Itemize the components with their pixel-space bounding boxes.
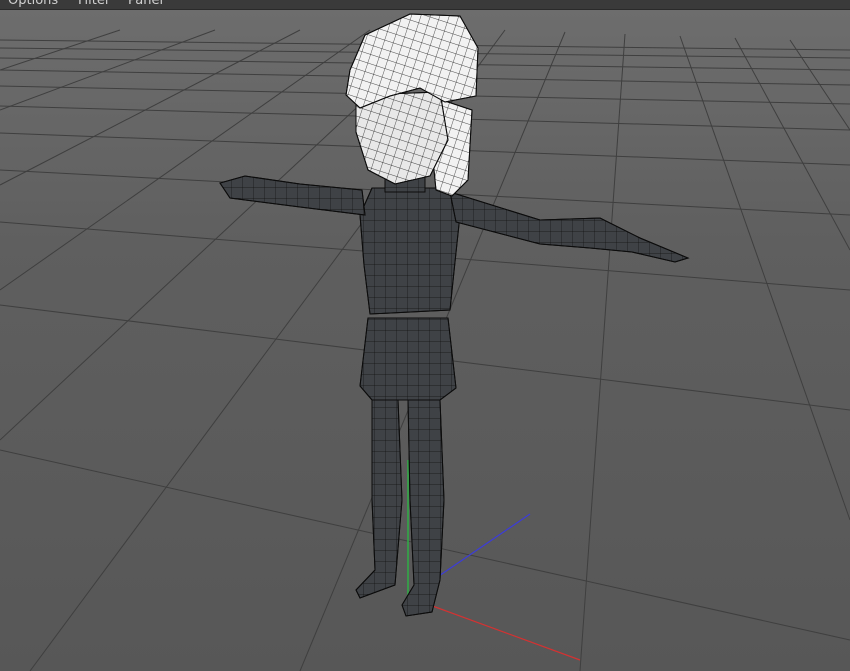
character-model[interactable] bbox=[219, 13, 690, 617]
menu-filter[interactable]: Filter bbox=[74, 0, 114, 9]
application-window: Options Filter Panel bbox=[0, 0, 850, 671]
menu-panel[interactable]: Panel bbox=[124, 0, 167, 9]
menu-options[interactable]: Options bbox=[4, 0, 62, 9]
menu-bar: Options Filter Panel bbox=[0, 0, 850, 10]
3d-viewport[interactable] bbox=[0, 10, 850, 671]
